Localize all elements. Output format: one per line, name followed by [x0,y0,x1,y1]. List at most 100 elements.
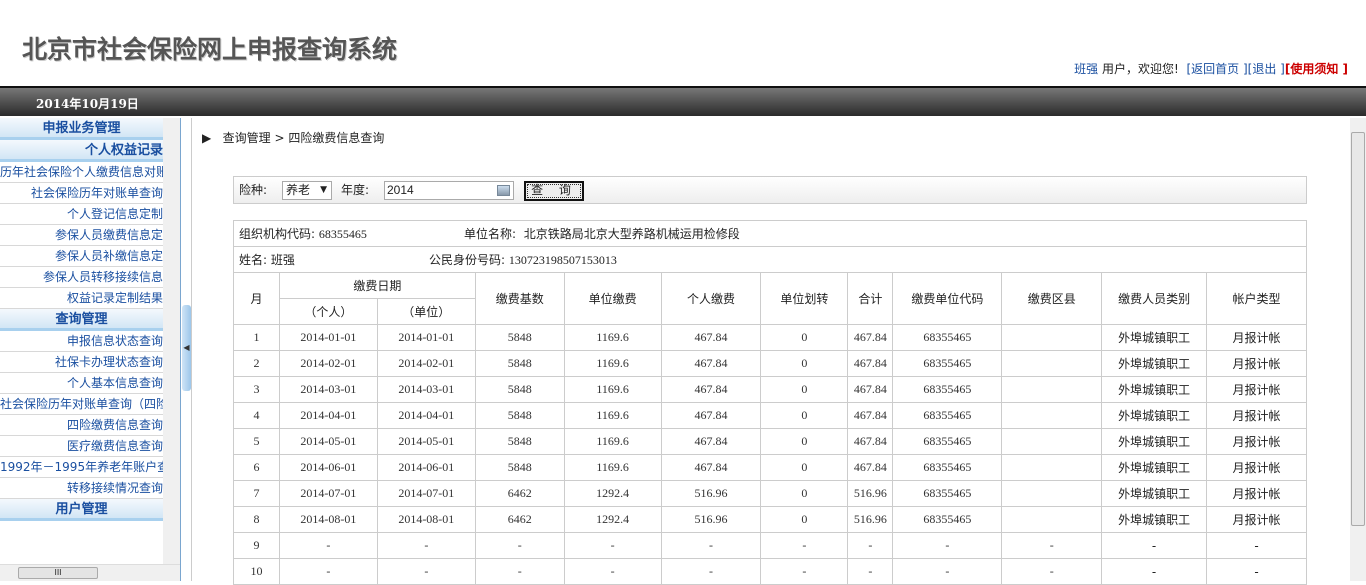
sidebar-item[interactable]: 参保人员转移接续信息 [0,267,163,288]
site-title: 北京市社会保险网上申报查询系统 [22,35,398,64]
sidebar-item[interactable]: 参保人员缴费信息定 [0,225,163,246]
table-cell: 外埠城镇职工 [1101,324,1208,351]
table-cell: 467.84 [660,324,762,351]
table-cell: 6462 [474,480,565,507]
table-cell: 3 [233,376,280,403]
table-cell: 5 [233,428,280,455]
header-month: 月 [233,272,280,325]
home-link[interactable]: [返回首页 ] [1186,62,1247,76]
table-cell [1001,402,1103,429]
table-cell: 2014-04-01 [376,402,476,429]
sidebar-item[interactable]: 社会保险历年对账单查询（四险 [0,394,163,415]
table-cell: 5848 [474,402,565,429]
table-cell: 516.96 [660,480,762,507]
table-row: 9----------- [233,532,1307,559]
table-cell: 外埠城镇职工 [1101,350,1208,377]
sidebar-vertical-scrollbar[interactable] [163,118,180,564]
table-cell: 467.84 [660,376,762,403]
sidebar-item[interactable]: 社会保险历年对账单查询 [0,183,163,204]
table-cell: 8 [233,506,280,533]
table-cell: 467.84 [660,428,762,455]
table-cell: - [1001,532,1103,559]
table-cell: 68355465 [892,428,1003,455]
calendar-icon[interactable] [497,185,510,196]
sidebar-item[interactable]: 权益记录定制结果 [0,288,163,309]
table-cell: - [1101,532,1208,559]
scroll-thumb[interactable] [1351,132,1365,526]
sidebar-item[interactable]: 1992年－1995年养老年账户查 [0,457,163,478]
table-cell: 68355465 [892,350,1003,377]
unit-value: 北京铁路局北京大型养路机械运用检修段 [523,227,740,241]
id-label: 公民身份号码: [429,253,506,267]
table-cell: 467.84 [660,350,762,377]
sidebar-section[interactable]: 申报业务管理 [0,118,163,140]
table-cell: 467.84 [660,454,762,481]
table-cell: - [847,532,894,559]
table-cell: 1169.6 [563,402,662,429]
scroll-thumb[interactable]: III [18,567,98,579]
breadcrumb: ▶ 查询管理 > 四险缴费信息查询 [202,129,384,146]
sidebar-item[interactable]: 个人登记信息定制 [0,204,163,225]
sidebar-section[interactable]: 个人权益记录 [0,140,163,162]
table-cell: 467.84 [847,324,894,351]
table-cell [1001,324,1103,351]
header: 北京市社会保险网上申报查询系统 班强 用户，欢迎您! [返回首页 ][退出 ][… [0,0,1366,86]
org-value: 68355465 [318,227,367,241]
header-base: 缴费基数 [474,272,565,325]
chevron-down-icon: ▼ [320,185,327,195]
current-date: 2014年10月19日 [36,97,139,111]
header-transfer: 单位划转 [760,272,849,325]
table-cell: - [376,532,476,559]
table-cell: 2014-05-01 [278,428,378,455]
sidebar-item[interactable]: 四险缴费信息查询 [0,415,163,436]
table-row: 3 2014-03-01 2014-03-01 5848 1169.6 467.84 0 46… [233,376,1307,403]
sidebar-splitter[interactable]: ◀ [180,118,192,581]
sidebar-item[interactable]: 申报信息状态查询 [0,331,163,352]
collapse-arrow-icon[interactable]: ◀ [182,305,191,391]
query-button[interactable]: 查 询 [524,181,584,201]
table-cell: 0 [760,454,849,481]
logout-link[interactable]: [退出 ] [1248,62,1285,76]
table-cell: 68355465 [892,376,1003,403]
table-cell: 1169.6 [563,428,662,455]
sidebar-item[interactable]: 历年社会保险个人缴费信息对账 [0,162,163,183]
table-cell: 1169.6 [563,376,662,403]
query-bar: 险种: 养老 ▼ 年度: 2014 查 询 [233,176,1307,204]
user-bar: 班强 用户，欢迎您! [返回首页 ][退出 ][使用须知 ] [1074,60,1348,77]
header-personal-pay: 个人缴费 [660,272,762,325]
sidebar-item[interactable]: 参保人员补缴信息定 [0,246,163,267]
table-cell: 6462 [474,506,565,533]
table-cell: 月报计帐 [1206,324,1307,351]
table-cell: 6 [233,454,280,481]
notice-link[interactable]: 使用须知 [1290,62,1338,76]
year-label: 年度: [341,183,370,197]
table-cell: 2014-06-01 [376,454,476,481]
sidebar-section[interactable]: 查询管理 [0,309,163,331]
name-label: 姓名: [239,253,268,267]
sidebar-horizontal-scrollbar[interactable]: III [0,564,180,581]
year-input[interactable]: 2014 [384,181,514,200]
table-cell: 467.84 [847,402,894,429]
sidebar-item[interactable]: 转移接续情况查询 [0,478,163,499]
header-date-unit: （单位） [376,298,476,325]
table-row: 5 2014-05-01 2014-05-01 5848 1169.6 467.84 0 46… [233,428,1307,455]
table-cell: - [892,532,1003,559]
table-row: 2 2014-02-01 2014-02-01 5848 1169.6 467.84 0 46… [233,350,1307,377]
table-cell: 0 [760,402,849,429]
header-district: 缴费区县 [1001,272,1103,325]
table-cell: 月报计帐 [1206,376,1307,403]
user-name: 班强 [1074,62,1099,76]
table-cell: 2014-02-01 [376,350,476,377]
sidebar-item[interactable]: 医疗缴费信息查询 [0,436,163,457]
insurance-type-select[interactable]: 养老 ▼ [282,181,332,200]
table-cell: 5848 [474,324,565,351]
breadcrumb-text: 查询管理 > 四险缴费信息查询 [222,131,385,145]
table-cell [1001,350,1103,377]
sidebar-section[interactable]: 用户管理 [0,499,163,521]
sidebar-item[interactable]: 社保卡办理状态查询 [0,352,163,373]
table-cell: 516.96 [847,480,894,507]
main-vertical-scrollbar[interactable] [1350,118,1366,581]
sidebar-item[interactable]: 个人基本信息查询 [0,373,163,394]
table-cell: 1292.4 [563,480,662,507]
table-cell: 2 [233,350,280,377]
